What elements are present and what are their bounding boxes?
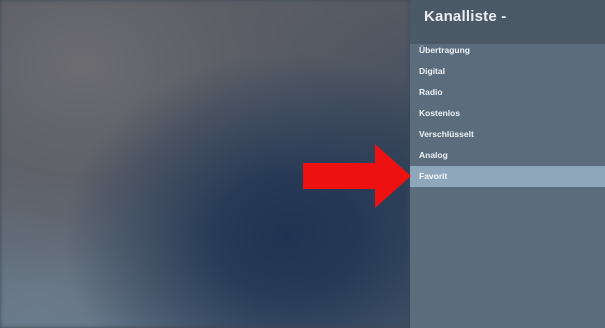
panel-title: Kanalliste - [424,8,507,25]
tv-screen: Kanalliste - Übertragung Digital Radio K… [0,0,605,328]
menu-item-verschluesselt[interactable]: Verschlüsselt [410,124,605,145]
panel-header: Kanalliste - [410,0,605,44]
menu-item-digital[interactable]: Digital [410,61,605,82]
menu-item-radio[interactable]: Radio [410,82,605,103]
red-arrow-right-icon [303,144,411,208]
menu-item-kostenlos[interactable]: Kostenlos [410,103,605,124]
channel-list-menu: Übertragung Digital Radio Kostenlos Vers… [410,40,605,187]
menu-item-analog[interactable]: Analog [410,145,605,166]
menu-item-favorit[interactable]: Favorit [410,166,605,187]
menu-item-uebertragung[interactable]: Übertragung [410,40,605,61]
red-arrow-shape [303,144,411,208]
channel-list-panel: Kanalliste - Übertragung Digital Radio K… [410,0,605,328]
